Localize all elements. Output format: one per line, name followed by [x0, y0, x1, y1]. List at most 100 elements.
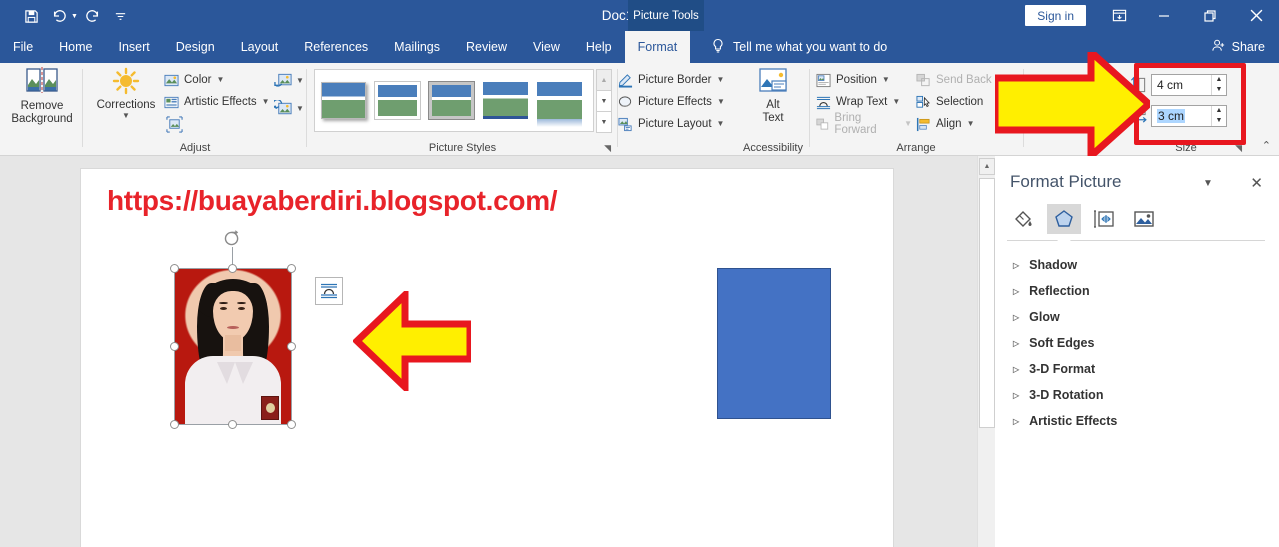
save-icon[interactable] [18, 5, 44, 27]
gallery-more-icon[interactable]: ▼ [596, 111, 612, 133]
resize-handle-nw[interactable] [170, 264, 179, 273]
minimize-icon[interactable] [1141, 0, 1187, 31]
expand-triangle-icon: ▷ [1013, 416, 1020, 426]
tab-mailings[interactable]: Mailings [381, 31, 453, 63]
send-backward-label: Send Back [936, 74, 992, 86]
shape-width-input[interactable]: 3 cm ▲ ▼ [1151, 105, 1227, 127]
tab-review[interactable]: Review [453, 31, 520, 63]
blue-rectangle[interactable] [717, 268, 831, 419]
bring-forward-caret-icon[interactable]: ▼ [904, 120, 912, 128]
shape-width-spinner[interactable]: ▲ ▼ [1211, 106, 1226, 126]
layout-and-properties-tab[interactable] [1087, 204, 1121, 234]
pane-section-artistic-effects[interactable]: ▷ Artistic Effects [1007, 408, 1267, 434]
ribbon-tabs: File Home Insert Design Layout Reference… [0, 31, 691, 63]
fill-and-line-tab[interactable] [1007, 204, 1041, 234]
collapse-ribbon-icon[interactable]: ⌃ [1262, 139, 1271, 152]
alt-text-button[interactable]: Alt Text [744, 67, 802, 139]
resize-handle-w[interactable] [170, 342, 179, 351]
layout-options-icon[interactable] [315, 277, 343, 305]
close-icon[interactable]: ✕ [1250, 174, 1263, 192]
close-icon[interactable] [1233, 0, 1279, 31]
picture-style-thumb-selected[interactable] [428, 81, 475, 120]
picture-layout-button[interactable]: Picture Layout ▼ [618, 113, 730, 135]
picture-style-thumb[interactable] [483, 82, 528, 119]
arrange-column-1: Position ▼ Wrap Text ▼ Bring Forward ▼ [816, 69, 912, 136]
position-button[interactable]: Position ▼ [816, 69, 912, 91]
tab-view[interactable]: View [520, 31, 573, 63]
tab-layout[interactable]: Layout [228, 31, 292, 63]
change-picture-caret-icon[interactable]: ▼ [296, 77, 304, 85]
wrap-text-button[interactable]: Wrap Text ▼ [816, 91, 912, 113]
document-page[interactable]: https://buayaberdiri.blogspot.com/ [80, 168, 894, 547]
remove-background-button[interactable]: Remove Background [4, 67, 80, 139]
artistic-effects-caret-icon[interactable]: ▼ [262, 98, 270, 106]
pane-section-shadow[interactable]: ▷ Shadow [1007, 252, 1267, 278]
resize-handle-se[interactable] [287, 420, 296, 429]
artistic-effects-button[interactable]: Artistic Effects ▼ [164, 91, 274, 113]
artistic-effects-icon [164, 96, 179, 108]
tab-home[interactable]: Home [46, 31, 105, 63]
shape-height-spinner[interactable]: ▲ ▼ [1211, 75, 1226, 95]
pane-section-3d-format[interactable]: ▷ 3-D Format [1007, 356, 1267, 382]
tab-insert[interactable]: Insert [106, 31, 163, 63]
picture-styles-gallery[interactable] [314, 69, 594, 132]
resize-handle-e[interactable] [287, 342, 296, 351]
color-caret-icon[interactable]: ▼ [216, 76, 224, 84]
size-dialog-launcher-icon[interactable]: ◥ [1235, 143, 1242, 154]
tab-file[interactable]: File [0, 31, 46, 63]
undo-icon[interactable] [46, 5, 72, 27]
corrections-caret-icon[interactable]: ▼ [122, 112, 130, 120]
scroll-up-icon[interactable]: ▲ [979, 158, 995, 175]
restore-icon[interactable] [1187, 0, 1233, 31]
selected-picture[interactable] [170, 230, 343, 429]
shape-height-input[interactable]: 4 cm ▲ ▼ [1151, 74, 1227, 96]
customize-qat-icon[interactable] [108, 5, 134, 27]
rotation-handle-icon[interactable] [223, 229, 242, 248]
undo-caret-icon[interactable]: ▼ [71, 13, 78, 20]
pane-section-reflection[interactable]: ▷ Reflection [1007, 278, 1267, 304]
picture-effects-caret-icon[interactable]: ▼ [717, 98, 725, 106]
pane-section-3d-rotation[interactable]: ▷ 3-D Rotation [1007, 382, 1267, 408]
chevron-down-icon[interactable]: ▼ [1203, 178, 1213, 189]
ribbon-display-options-icon[interactable] [1097, 0, 1141, 31]
picture-style-thumb[interactable] [537, 82, 582, 127]
bring-forward-button[interactable]: Bring Forward ▼ [816, 112, 912, 136]
position-caret-icon[interactable]: ▼ [882, 76, 890, 84]
reset-picture-caret-icon[interactable]: ▼ [296, 105, 304, 113]
tab-design[interactable]: Design [163, 31, 228, 63]
picture-style-thumb[interactable] [374, 81, 421, 120]
pane-section-soft-edges[interactable]: ▷ Soft Edges [1007, 330, 1267, 356]
tab-references[interactable]: References [291, 31, 381, 63]
redo-icon[interactable] [80, 5, 106, 27]
corrections-button[interactable]: Corrections ▼ [92, 67, 160, 139]
picture-layout-icon [618, 117, 632, 131]
vertical-scrollbar[interactable]: ▲ [977, 156, 995, 547]
picture-style-thumb[interactable] [321, 82, 366, 119]
resize-handle-n[interactable] [228, 264, 237, 273]
tab-format[interactable]: Format [624, 31, 691, 63]
picture-border-caret-icon[interactable]: ▼ [717, 76, 725, 84]
picture-effects-button[interactable]: Picture Effects ▼ [618, 91, 730, 113]
resize-handle-sw[interactable] [170, 420, 179, 429]
pane-section-glow[interactable]: ▷ Glow [1007, 304, 1267, 330]
align-caret-icon[interactable]: ▼ [967, 120, 975, 128]
compress-pictures-button[interactable] [164, 113, 274, 135]
effects-tab[interactable] [1047, 204, 1081, 234]
color-button[interactable]: Color ▼ [164, 69, 274, 91]
sign-in-button[interactable]: Sign in [1025, 5, 1086, 26]
gallery-scroll-buttons: ▲ ▼ ▼ [596, 69, 612, 133]
wrap-text-caret-icon[interactable]: ▼ [892, 98, 900, 106]
picture-layout-caret-icon[interactable]: ▼ [717, 120, 725, 128]
picture-border-button[interactable]: Picture Border ▼ [618, 69, 730, 91]
picture-tab[interactable] [1127, 204, 1161, 234]
gallery-scroll-up-icon[interactable]: ▲ [596, 69, 612, 91]
scrollbar-thumb[interactable] [979, 178, 995, 428]
tab-help[interactable]: Help [573, 31, 625, 63]
gallery-scroll-down-icon[interactable]: ▼ [596, 90, 612, 112]
resize-handle-s[interactable] [228, 420, 237, 429]
share-button[interactable]: Share [1211, 31, 1265, 63]
ribbon-group-adjust: Corrections ▼ Color ▼ Artistic Effects ▼ [86, 63, 307, 156]
resize-handle-ne[interactable] [287, 264, 296, 273]
tell-me-box[interactable]: Tell me what you want to do [711, 31, 887, 63]
picture-styles-dialog-launcher-icon[interactable]: ◥ [604, 143, 611, 154]
